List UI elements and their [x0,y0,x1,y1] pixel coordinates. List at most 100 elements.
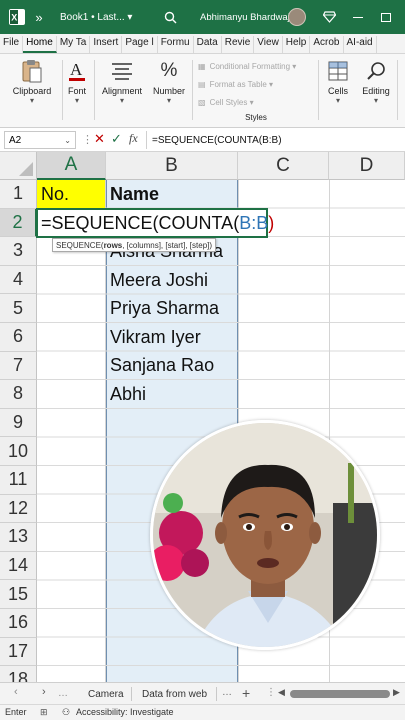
scroll-sheets-left-icon[interactable]: ‹ [14,686,18,698]
scroll-left-icon[interactable]: ◀ [278,687,285,698]
cell-b5[interactable]: Priya Sharma [106,294,238,323]
excel-logo-icon: X [6,0,28,34]
divider [318,60,319,120]
cell-styles-button[interactable]: ▧ Cell Styles ▾ [198,93,314,111]
svg-text:X: X [11,13,17,23]
row-header[interactable]: 18 [0,666,37,682]
tab-page-layout[interactable]: Page l [122,36,158,53]
row-header[interactable]: 1 [0,180,37,209]
column-header-a[interactable]: A [37,152,106,180]
more-options-icon[interactable]: ⋮ [266,687,276,698]
row-header[interactable]: 12 [0,494,37,524]
row-header[interactable]: 13 [0,523,37,552]
font-label: Font [67,86,86,96]
svg-text:A: A [70,60,83,79]
row-header[interactable]: 9 [0,408,37,438]
row-header[interactable]: 5 [0,294,37,323]
insert-function-button[interactable]: fx [129,131,138,146]
table-icon: ▤ [198,79,206,89]
row-header[interactable]: 10 [0,437,37,466]
paste-icon [4,58,60,84]
cell-b6[interactable]: Vikram Iyer [106,323,238,352]
column-header-b[interactable]: B [106,152,238,180]
scroll-sheets-right-icon[interactable]: › [42,686,46,698]
number-label: Number [152,86,185,96]
divider [397,60,398,120]
macro-record-icon[interactable]: ⊞ [40,707,48,718]
add-sheet-button[interactable]: + [242,685,250,701]
more-options-icon[interactable]: ⋮ [82,133,93,146]
row-header[interactable]: 3 [0,237,37,266]
spreadsheet-grid[interactable]: A B C D 1 2 3 4 5 6 7 8 9 10 11 12 13 14… [0,152,405,682]
alignment-icon [98,58,146,84]
formula-input[interactable]: =SEQUENCE(COUNTA(B:B) [152,128,282,152]
row-header[interactable]: 4 [0,265,37,295]
row-header[interactable]: 7 [0,351,37,381]
search-icon[interactable] [160,0,180,34]
row-header[interactable]: 2 [0,208,37,238]
font-group[interactable]: A Font ▾ [64,58,90,105]
maximize-icon[interactable] [378,0,394,34]
sheet-tab-data-from-web[interactable]: Data from web [136,683,213,705]
cell-a1[interactable]: No. [37,180,105,209]
find-icon [358,58,394,84]
name-box[interactable]: A2 ⌄ [4,131,76,149]
divider [62,60,63,120]
tab-acrobat[interactable]: Acrob [310,36,344,53]
alignment-group[interactable]: Alignment ▾ [98,58,146,105]
mode-indicator: Enter [5,707,27,717]
column-header-d[interactable]: D [329,152,405,180]
tab-data[interactable]: Data [194,36,222,53]
tab-insert[interactable]: Insert [90,36,123,53]
title-bar: X » Book1 • Last... ▾ Abhimanyu Bhardwaj [0,0,405,34]
cell-b8[interactable]: Abhi [106,380,238,409]
column-header-c[interactable]: C [238,152,329,180]
tab-view[interactable]: View [254,36,283,53]
tab-home[interactable]: Home [23,36,57,53]
user-name: Abhimanyu Bhardwaj [200,11,290,23]
chevron-down-icon[interactable]: ⌄ [64,136,71,145]
horizontal-scrollbar[interactable] [290,690,390,698]
sheet-tab-camera[interactable]: Camera [80,683,132,705]
accessibility-icon[interactable]: ⚇ [62,707,70,718]
tab-my-tab[interactable]: My Ta [57,36,91,53]
alignment-label: Alignment [101,86,143,96]
styles-group: ▦ Conditional Formatting ▾ ▤ Format as Tab… [198,57,314,123]
row-header[interactable]: 11 [0,466,37,495]
row-header[interactable]: 16 [0,609,37,638]
quick-access-overflow-button[interactable]: » [32,0,46,34]
clipboard-group[interactable]: Clipboard ▾ [4,58,60,105]
select-all-corner[interactable] [0,152,37,180]
row-header[interactable]: 17 [0,637,37,667]
cell-b1[interactable]: Name [106,180,238,209]
conditional-formatting-button[interactable]: ▦ Conditional Formatting ▾ [198,57,314,75]
clipboard-label: Clipboard [12,86,52,96]
cell-b7[interactable]: Sanjana Rao [106,352,238,381]
diamond-icon[interactable] [322,0,336,34]
row-header[interactable]: 15 [0,580,37,609]
row-header[interactable]: 14 [0,551,37,581]
tab-help[interactable]: Help [283,36,311,53]
tab-review[interactable]: Revie [222,36,255,53]
format-as-table-button[interactable]: ▤ Format as Table ▾ [198,75,314,93]
avatar[interactable] [286,0,308,34]
enter-check-icon[interactable]: ✓ [111,131,122,147]
document-title[interactable]: Book1 • Last... ▾ [60,0,160,34]
tab-file[interactable]: File [0,36,24,53]
cells-group[interactable]: Cells ▾ [322,58,354,105]
minimize-icon[interactable] [350,0,366,34]
editing-group[interactable]: Editing ▾ [358,58,394,105]
row-header[interactable]: 8 [0,380,37,409]
tab-ai-aided[interactable]: AI-aid [344,36,377,53]
function-tooltip: SEQUENCE(rows, [columns], [start], [step… [52,238,217,252]
cells-label: Cells [327,86,348,96]
cancel-icon[interactable]: ✕ [94,131,105,147]
cell-b4[interactable]: Meera Joshi [106,266,238,295]
number-group[interactable]: % Number ▾ [150,58,188,105]
row-header[interactable]: 6 [0,323,37,352]
tab-formulas[interactable]: Formu [158,36,194,53]
scroll-right-icon[interactable]: ▶ [393,687,400,698]
percent-icon: % [160,60,178,81]
cell-a2-editor[interactable]: =SEQUENCE(COUNTA(B:B) [36,208,274,238]
accessibility-status[interactable]: Accessibility: Investigate [76,707,174,717]
